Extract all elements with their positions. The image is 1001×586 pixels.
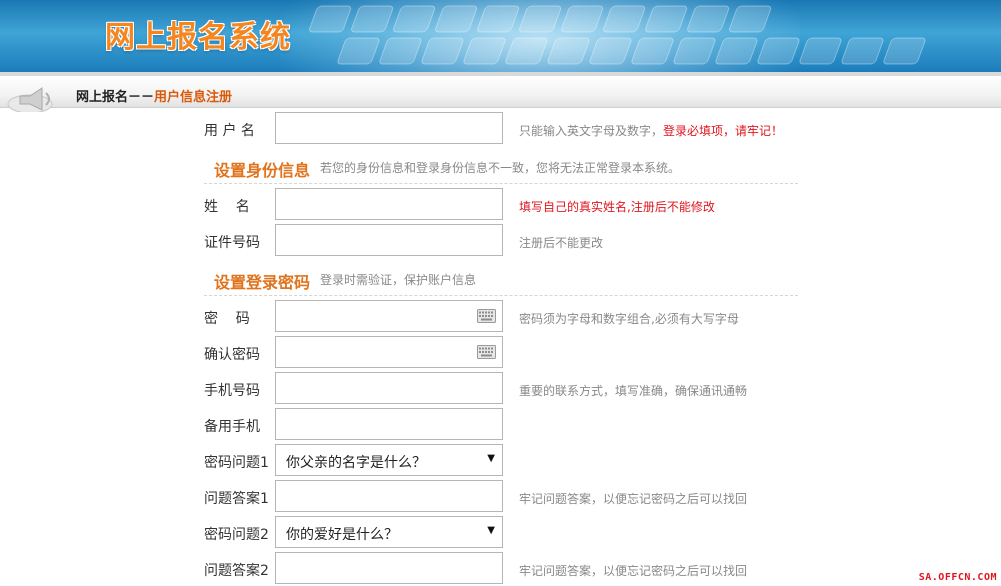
question1-select[interactable]: 你父亲的名字是什么？ ▼ xyxy=(275,444,503,476)
breadcrumb: 网上报名－－用户信息注册 xyxy=(76,86,232,105)
chevron-down-icon[interactable]: ▼ xyxy=(487,525,495,536)
section-divider xyxy=(204,295,798,296)
name-hint: 填写自己的真实姓名,注册后不能修改 xyxy=(519,200,715,214)
confirm-password-label: 确认密码 xyxy=(204,347,260,363)
speaker-icon xyxy=(7,87,53,112)
question2-label: 密码问题2 xyxy=(204,527,269,543)
question1-selected-value: 你父亲的名字是什么？ xyxy=(286,455,426,471)
password-input[interactable] xyxy=(275,300,503,332)
password-hint: 密码须为字母和数字组合,必须有大写字母 xyxy=(519,312,739,326)
question2-select[interactable]: 你的爱好是什么？ ▼ xyxy=(275,516,503,548)
answer1-input[interactable] xyxy=(275,480,503,512)
username-input[interactable] xyxy=(275,112,503,144)
identity-section-title: 设置身份信息 xyxy=(214,161,311,180)
username-hint-text: 只能输入英文字母及数字， xyxy=(519,124,664,138)
keyboard-icon[interactable] xyxy=(477,345,496,359)
password-section-note: 登录时需验证，保护账户信息 xyxy=(320,273,477,287)
answer2-input[interactable] xyxy=(275,552,503,584)
answer1-label: 问题答案1 xyxy=(204,491,269,507)
id-number-label: 证件号码 xyxy=(204,235,260,251)
breadcrumb-root[interactable]: 网上报名－－ xyxy=(76,90,154,105)
answer2-label: 问题答案2 xyxy=(204,563,269,579)
phone-input[interactable] xyxy=(275,372,503,404)
username-hint: 只能输入英文字母及数字，登录必填项，请牢记！ xyxy=(519,122,783,139)
answer1-hint: 牢记问题答案，以便忘记密码之后可以找回 xyxy=(519,492,748,506)
phone-label: 手机号码 xyxy=(204,383,260,399)
backup-phone-input[interactable] xyxy=(275,408,503,440)
username-required-note: 登录必填项，请牢记！ xyxy=(663,124,784,138)
phone-hint: 重要的联系方式，填写准确，确保通讯通畅 xyxy=(519,384,748,398)
question2-selected-value: 你的爱好是什么？ xyxy=(286,527,398,543)
chevron-down-icon[interactable]: ▼ xyxy=(487,453,495,464)
password-section-title: 设置登录密码 xyxy=(214,273,311,292)
id-number-input[interactable] xyxy=(275,224,503,256)
name-label: 姓 名 xyxy=(204,199,250,215)
identity-section-note: 若您的身份信息和登录身份信息不一致，您将无法正常登录本系统。 xyxy=(320,161,681,175)
site-watermark: SA.OFFCN.COM xyxy=(918,572,997,583)
answer2-hint: 牢记问题答案，以便忘记密码之后可以找回 xyxy=(519,564,748,578)
password-label: 密 码 xyxy=(204,311,250,327)
username-label: 用 户 名 xyxy=(204,123,255,139)
section-divider xyxy=(204,183,798,184)
breadcrumb-bar: 网上报名－－用户信息注册 xyxy=(0,72,1001,112)
id-number-hint: 注册后不能更改 xyxy=(519,236,604,250)
keyboard-icon[interactable] xyxy=(477,309,496,323)
header-banner: 网上报名系统 xyxy=(0,0,1001,72)
site-logo-title: 网上报名系统 xyxy=(105,20,291,55)
breadcrumb-current: 用户信息注册 xyxy=(154,90,233,105)
backup-phone-label: 备用手机 xyxy=(204,419,260,435)
question1-label: 密码问题1 xyxy=(204,455,269,471)
confirm-password-input[interactable] xyxy=(275,336,503,368)
keyboard-background-image xyxy=(309,5,926,65)
name-input[interactable] xyxy=(275,188,503,220)
